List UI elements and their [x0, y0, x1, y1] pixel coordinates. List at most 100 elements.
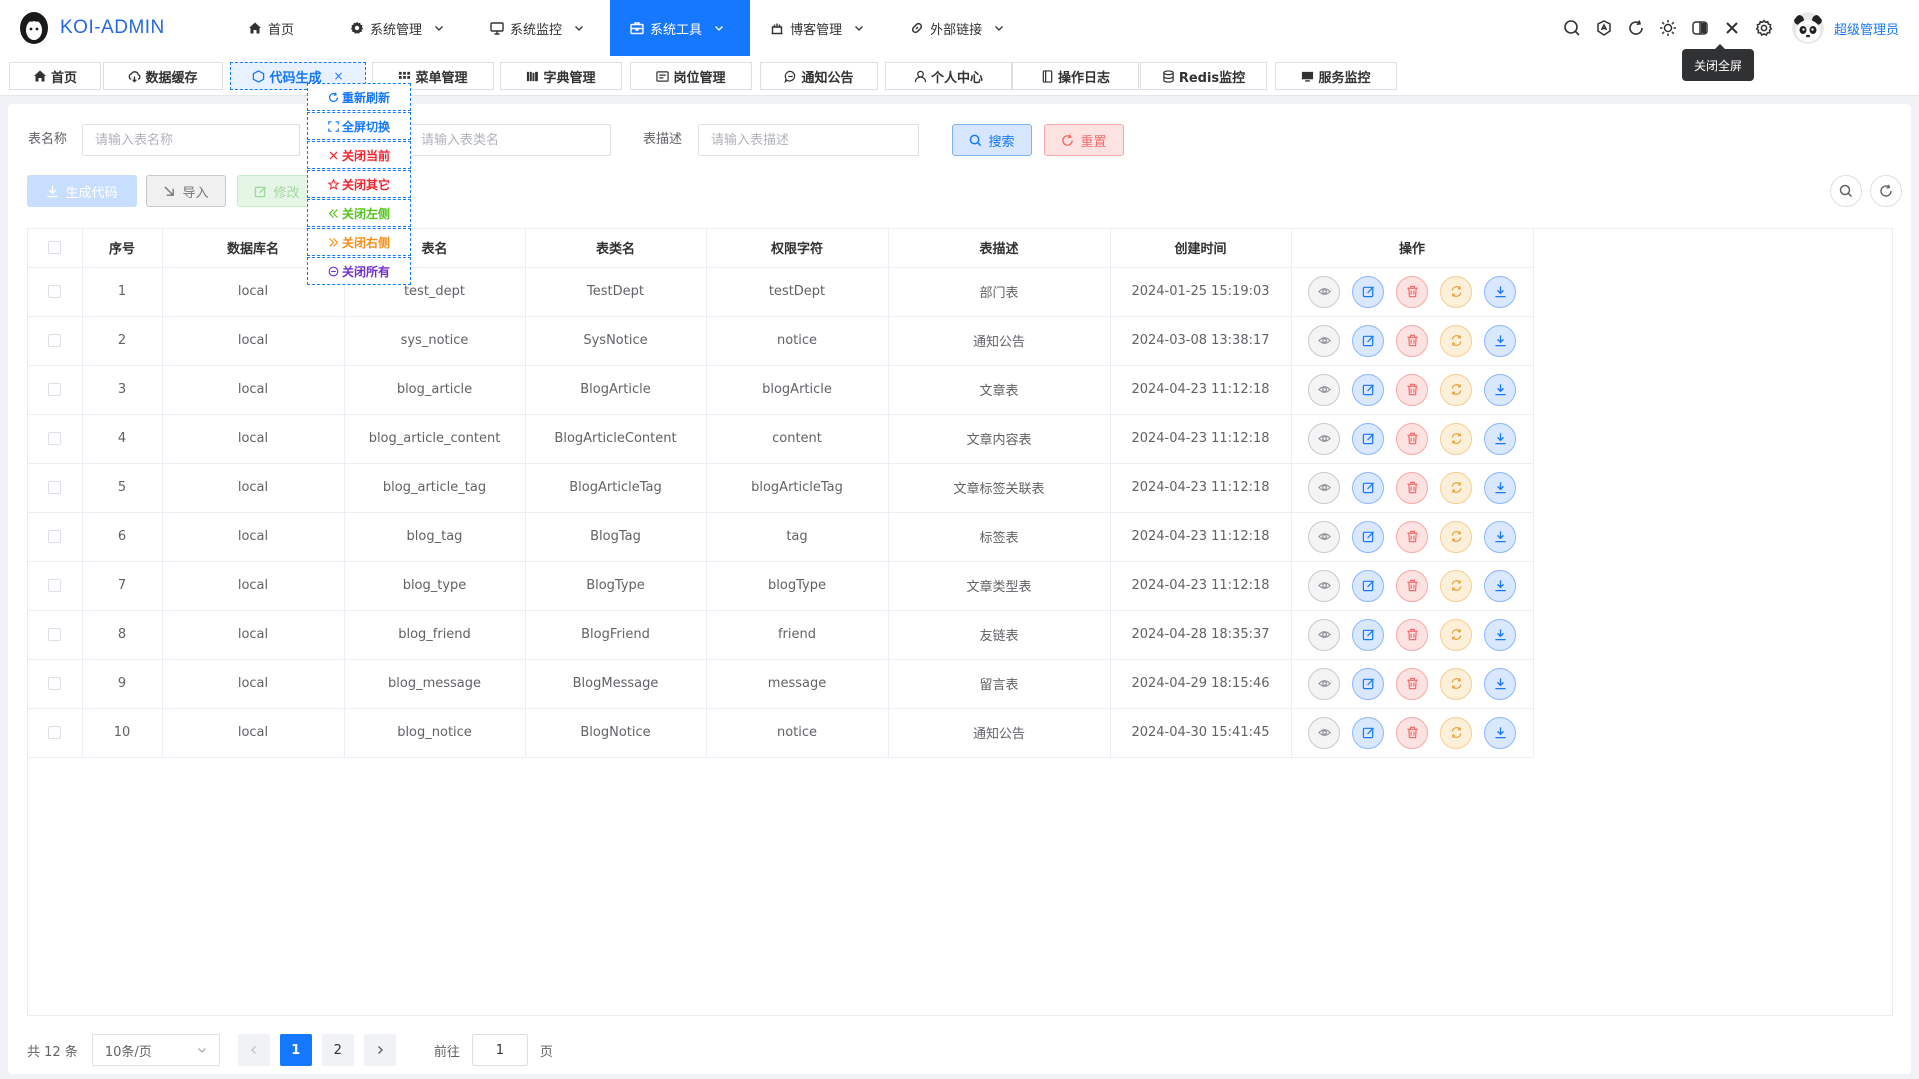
edit-row-button[interactable] [1352, 324, 1384, 357]
view-button[interactable] [1308, 716, 1340, 749]
delete-row-button[interactable] [1396, 569, 1428, 602]
context-menu-item-6[interactable]: 关闭所有 [307, 257, 411, 285]
sync-row-button[interactable] [1440, 422, 1472, 455]
layout-icon[interactable] [1684, 12, 1716, 44]
reset-button[interactable]: 重置 [1044, 124, 1124, 156]
sun-icon[interactable] [1652, 12, 1684, 44]
logo[interactable]: KOI-ADMIN [16, 9, 165, 47]
download-row-button[interactable] [1484, 667, 1516, 700]
search-button[interactable]: 搜索 [952, 124, 1032, 156]
tab-6[interactable]: 通知公告 [760, 62, 878, 90]
edit-row-button[interactable] [1352, 667, 1384, 700]
view-button[interactable] [1308, 471, 1340, 504]
row-checkbox[interactable] [48, 677, 62, 690]
context-menu-item-3[interactable]: 关闭其它 [307, 170, 411, 198]
download-row-button[interactable] [1484, 324, 1516, 357]
delete-row-button[interactable] [1396, 422, 1428, 455]
toggle-search-button[interactable] [1830, 175, 1862, 207]
row-checkbox[interactable] [48, 383, 62, 396]
nav-item-3[interactable]: 系统工具 [610, 0, 751, 56]
page-size-select[interactable]: 10条/页 [91, 1034, 220, 1066]
edit-row-button[interactable] [1352, 373, 1384, 406]
edit-row-button[interactable] [1352, 471, 1384, 504]
tab-5[interactable]: 岗位管理 [630, 62, 752, 90]
delete-row-button[interactable] [1396, 471, 1428, 504]
header-select-all[interactable] [28, 229, 83, 268]
tab-8[interactable]: 操作日志 [1012, 62, 1139, 90]
nav-item-4[interactable]: 博客管理 [750, 0, 890, 56]
download-row-button[interactable] [1484, 520, 1516, 553]
row-checkbox[interactable] [48, 579, 62, 592]
edit-row-button[interactable] [1352, 422, 1384, 455]
nav-item-5[interactable]: 外部链接 [890, 0, 1030, 56]
refresh-table-button[interactable] [1870, 175, 1902, 207]
tab-4[interactable]: 字典管理 [500, 62, 622, 90]
sync-row-button[interactable] [1440, 618, 1472, 651]
tab-1[interactable]: 数据缓存 [103, 62, 223, 90]
delete-row-button[interactable] [1396, 716, 1428, 749]
context-menu-item-0[interactable]: 重新刷新 [307, 83, 411, 111]
next-page-button[interactable] [363, 1034, 396, 1066]
nav-item-0[interactable]: 首页 [228, 0, 330, 56]
page-button-2[interactable]: 2 [321, 1034, 354, 1066]
row-checkbox[interactable] [48, 481, 62, 494]
download-row-button[interactable] [1484, 422, 1516, 455]
view-button[interactable] [1308, 520, 1340, 553]
view-button[interactable] [1308, 275, 1340, 308]
translate-icon[interactable] [1588, 12, 1620, 44]
view-button[interactable] [1308, 569, 1340, 602]
download-row-button[interactable] [1484, 275, 1516, 308]
context-menu-item-2[interactable]: 关闭当前 [307, 141, 411, 169]
context-menu-item-5[interactable]: 关闭右侧 [307, 228, 411, 256]
download-row-button[interactable] [1484, 569, 1516, 602]
view-button[interactable] [1308, 618, 1340, 651]
row-checkbox[interactable] [48, 628, 62, 641]
nav-item-2[interactable]: 系统监控 [470, 0, 610, 56]
view-button[interactable] [1308, 667, 1340, 700]
download-row-button[interactable] [1484, 618, 1516, 651]
sync-row-button[interactable] [1440, 520, 1472, 553]
delete-row-button[interactable] [1396, 667, 1428, 700]
table-desc-input[interactable] [698, 124, 919, 156]
sync-row-button[interactable] [1440, 716, 1472, 749]
sync-row-button[interactable] [1440, 667, 1472, 700]
class-name-input[interactable] [408, 124, 611, 156]
settings-icon[interactable] [1748, 12, 1780, 44]
delete-row-button[interactable] [1396, 373, 1428, 406]
tab-9[interactable]: Redis监控 [1140, 62, 1267, 90]
username[interactable]: 超级管理员 [1834, 19, 1899, 38]
context-menu-item-4[interactable]: 关闭左侧 [307, 199, 411, 227]
import-button[interactable]: 导入 [146, 175, 226, 207]
view-button[interactable] [1308, 422, 1340, 455]
tab-10[interactable]: 服务监控 [1275, 62, 1397, 90]
edit-row-button[interactable] [1352, 275, 1384, 308]
goto-page-input[interactable] [471, 1034, 528, 1066]
edit-row-button[interactable] [1352, 569, 1384, 602]
row-checkbox[interactable] [48, 726, 62, 739]
edit-row-button[interactable] [1352, 618, 1384, 651]
download-row-button[interactable] [1484, 471, 1516, 504]
edit-button[interactable]: 修改 [237, 175, 317, 207]
download-row-button[interactable] [1484, 373, 1516, 406]
row-checkbox[interactable] [48, 432, 62, 445]
generate-code-button[interactable]: 生成代码 [27, 175, 137, 207]
delete-row-button[interactable] [1396, 520, 1428, 553]
table-name-input[interactable] [82, 124, 300, 156]
edit-row-button[interactable] [1352, 520, 1384, 553]
avatar[interactable] [1791, 12, 1824, 44]
sync-row-button[interactable] [1440, 373, 1472, 406]
tab-7[interactable]: 个人中心 [885, 62, 1012, 90]
delete-row-button[interactable] [1396, 275, 1428, 308]
row-checkbox[interactable] [48, 334, 62, 347]
sync-row-button[interactable] [1440, 324, 1472, 357]
page-button-1[interactable]: 1 [279, 1034, 312, 1066]
delete-row-button[interactable] [1396, 618, 1428, 651]
select-all-checkbox[interactable] [48, 241, 62, 255]
refresh-icon[interactable] [1620, 12, 1652, 44]
nav-item-1[interactable]: 系统管理 [330, 0, 470, 56]
view-button[interactable] [1308, 324, 1340, 357]
row-checkbox[interactable] [48, 530, 62, 543]
edit-row-button[interactable] [1352, 716, 1384, 749]
tab-0[interactable]: 首页 [9, 62, 101, 90]
download-row-button[interactable] [1484, 716, 1516, 749]
